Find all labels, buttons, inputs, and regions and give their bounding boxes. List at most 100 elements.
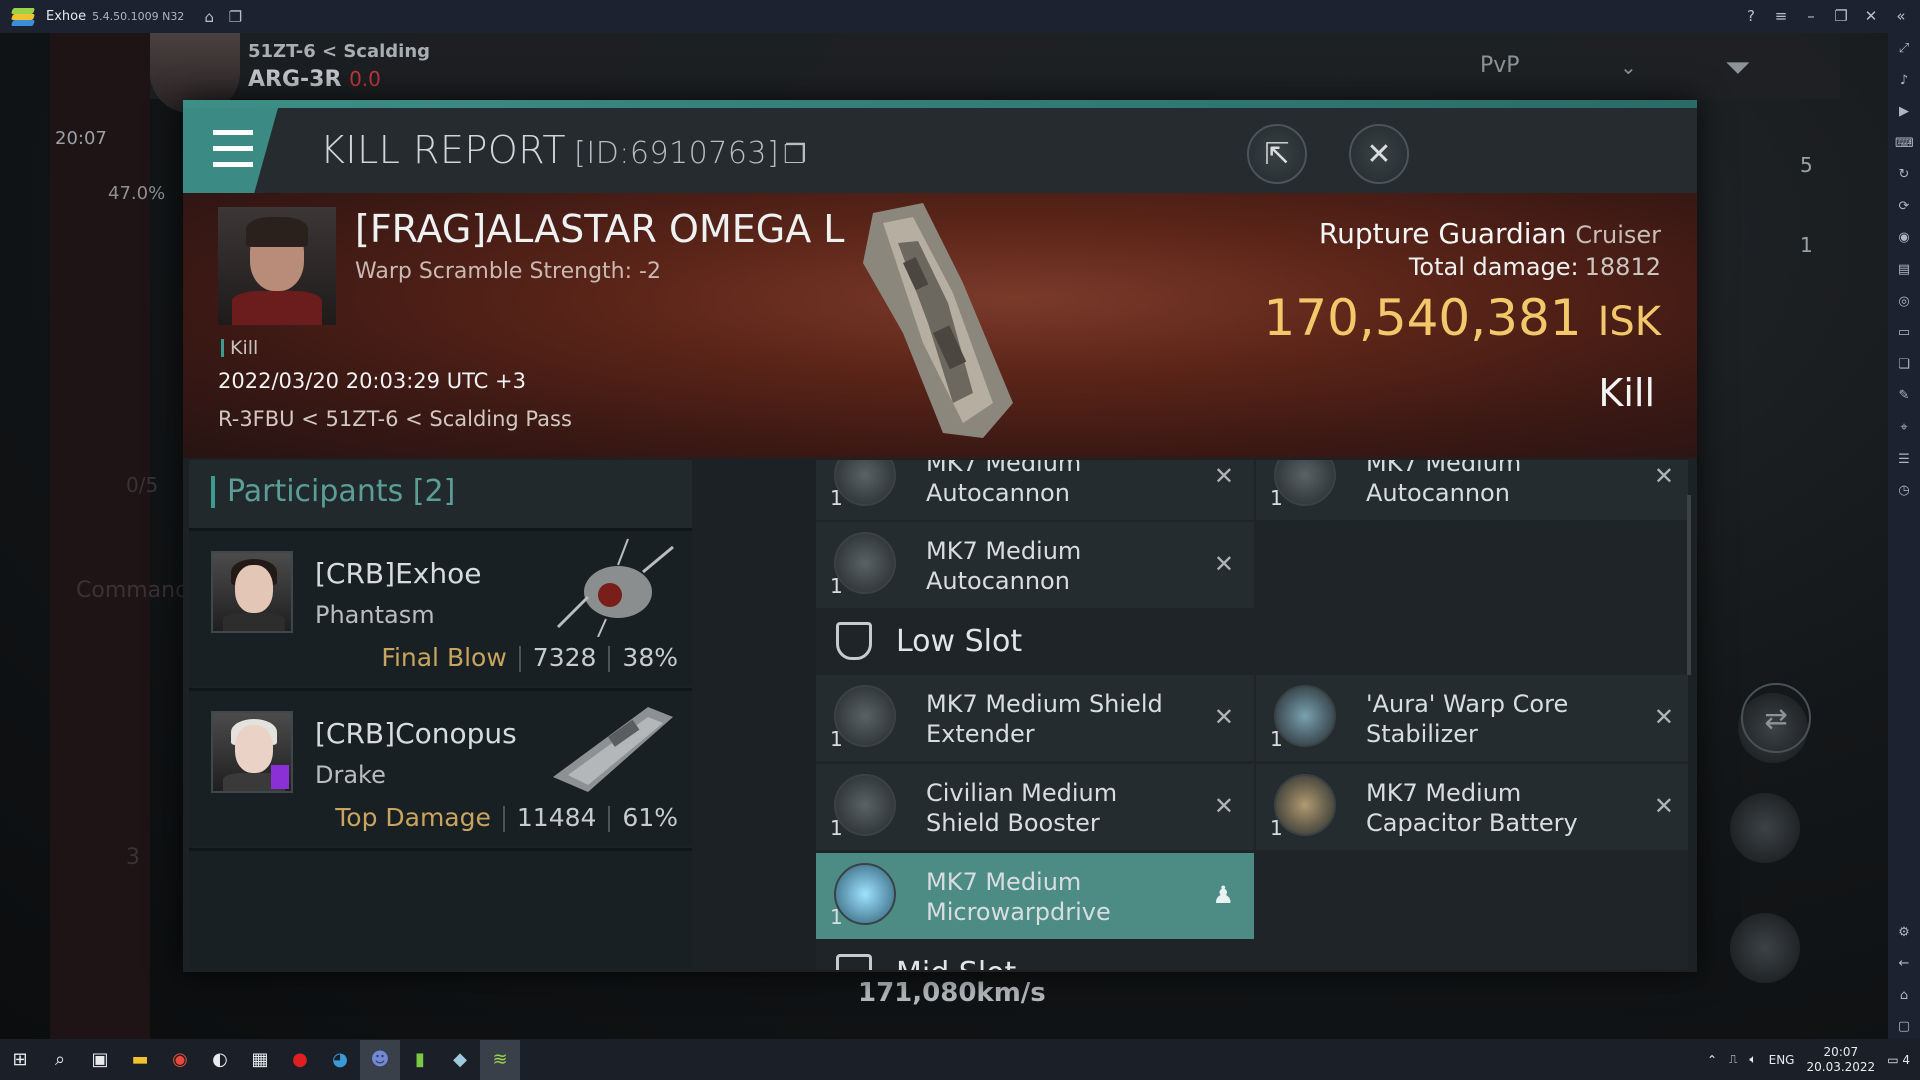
app-icon[interactable]: ● — [280, 1040, 320, 1080]
fitting-list: 1 MK7 Medium Autocannon ✕ 1 MK7 Medium A… — [816, 460, 1688, 970]
back-icon[interactable]: ← — [1895, 956, 1913, 976]
help-icon[interactable]: ? — [1738, 3, 1764, 29]
emulator-taskbar-icon[interactable]: ≋ — [480, 1039, 520, 1080]
emulator-sidebar: ⤢ ♪ ▶ ⌨ ↻ ⟳ ◉ ▤ ◎ ▭ ❏ ✎ ⌖ ☰ ◷ ⚙ ← ⌂ ▢ — [1888, 33, 1920, 1039]
participant-ship-image — [556, 538, 674, 637]
hud-module-slot[interactable] — [1730, 913, 1800, 983]
keyboard-icon[interactable]: ⌨ — [1895, 136, 1914, 156]
victim-ship-image — [863, 203, 1013, 438]
window-header: KILL REPORT [ID:6910763] ❐ ⇱ ✕ — [183, 108, 1697, 193]
hud-module-slot[interactable] — [1730, 793, 1800, 863]
module-item[interactable]: 1 Civilian Medium Shield Booster ✕ — [816, 764, 1254, 850]
rotate-icon[interactable]: ↻ — [1895, 167, 1913, 187]
app-icon[interactable]: ▮ — [400, 1040, 440, 1080]
apk-icon[interactable]: ▤ — [1895, 262, 1913, 282]
close-window-icon[interactable]: ✕ — [1349, 124, 1409, 184]
mid-slot-icon — [836, 954, 872, 970]
fullscreen-icon[interactable]: ⤢ — [1895, 41, 1913, 61]
settings-icon[interactable]: ⚙ — [1895, 925, 1913, 945]
folder-icon[interactable]: ▭ — [1895, 325, 1913, 345]
volume-icon[interactable]: ♪ — [1895, 73, 1913, 93]
tray-chevron-icon[interactable]: ⌃ — [1707, 1053, 1717, 1067]
clock[interactable]: 20:07 20.03.2022 — [1806, 1045, 1875, 1075]
video-icon[interactable]: ▶ — [1895, 104, 1913, 124]
copy-id-icon[interactable]: ❐ — [783, 140, 807, 170]
file-explorer-icon[interactable]: ▬ — [120, 1040, 160, 1080]
language-indicator[interactable]: ENG — [1769, 1053, 1795, 1067]
victim-banner: [FRAG]ALASTAR OMEGA L Warp Scramble Stre… — [183, 193, 1697, 458]
module-item[interactable]: 1 MK7 Medium Capacitor Battery ✕ — [1256, 764, 1688, 850]
module-item[interactable]: 1 MK7 Medium Shield Extender ✕ — [816, 675, 1254, 761]
home-icon[interactable]: ⌂ — [196, 4, 222, 30]
speed-readout: 171,080km/s — [858, 978, 1046, 1008]
module-item[interactable]: 1 'Aura' Warp Core Stabilizer ✕ — [1256, 675, 1688, 761]
isk-value: 170,540,381 ISK — [1263, 289, 1661, 347]
participant-stats: Final Blow 7328 38% — [381, 643, 678, 672]
participant-ship: Drake — [315, 761, 386, 789]
module-item[interactable]: 1 MK7 Medium Autocannon ✕ — [816, 460, 1254, 520]
edge-icon[interactable]: ◕ — [320, 1040, 360, 1080]
copy-icon[interactable]: ❏ — [1895, 357, 1913, 377]
location-icon[interactable]: ⌖ — [1895, 420, 1913, 440]
dropped-person-icon: ♟ — [1212, 881, 1234, 909]
menu-icon[interactable]: ≡ — [1768, 3, 1794, 29]
collapse-sidebar-icon[interactable]: « — [1888, 3, 1914, 29]
task-view-icon[interactable]: ▣ — [80, 1040, 120, 1080]
chrome-icon[interactable]: ◉ — [160, 1040, 200, 1080]
screenshot-icon[interactable]: ◎ — [1895, 294, 1913, 314]
multi-instance-icon[interactable]: ❐ — [222, 4, 248, 30]
destroyed-x-icon: ✕ — [1653, 462, 1674, 490]
chevron-down-icon[interactable]: ⌄ — [1620, 55, 1637, 79]
participant-damage: 11484 — [516, 803, 597, 832]
volume-tray-icon[interactable]: 🔈︎ — [1749, 1052, 1756, 1067]
eraser-icon[interactable]: ✎ — [1895, 388, 1913, 408]
participant-percent: 38% — [622, 643, 678, 672]
calculator-icon[interactable]: ▦ — [240, 1040, 280, 1080]
module-item[interactable]: 1 MK7 Medium Autocannon ✕ — [1256, 460, 1688, 520]
windows-start-icon[interactable]: ⊞ — [0, 1040, 40, 1080]
app-icon[interactable]: ◐ — [200, 1040, 240, 1080]
recent-apps-icon[interactable]: ▢ — [1895, 1019, 1913, 1039]
layers-icon[interactable]: ☰ — [1895, 452, 1913, 472]
participant-avatar[interactable] — [211, 551, 293, 633]
participant-row[interactable]: [CRB]Conopus Drake Top Damage 11484 61% — [189, 688, 692, 846]
share-icon[interactable]: ⇱ — [1247, 124, 1307, 184]
restore-icon[interactable]: ❐ — [1828, 3, 1854, 29]
fitting-scrollbar[interactable] — [1687, 495, 1691, 675]
autocannon-icon — [834, 460, 896, 506]
kill-location: R-3FBU < 51ZT-6 < Scalding Pass — [218, 407, 572, 431]
app-version: 5.4.50.1009 N32 — [92, 10, 185, 23]
destroyed-x-icon: ✕ — [1653, 792, 1674, 820]
network-icon[interactable]: ⎍ — [1729, 1052, 1737, 1067]
hamburger-menu-icon[interactable] — [183, 108, 278, 193]
minimize-icon[interactable]: – — [1798, 3, 1824, 29]
close-icon[interactable]: ✕ — [1858, 3, 1884, 29]
pvp-filter[interactable]: PvP — [1480, 53, 1520, 78]
filter-icon[interactable]: ⏷ — [1725, 48, 1751, 87]
ship-name: Rupture Guardian Cruiser — [1318, 217, 1661, 250]
home-nav-icon[interactable]: ⌂ — [1895, 988, 1913, 1008]
sync-icon[interactable]: ⟳ — [1895, 199, 1913, 219]
system-route: 51ZT-6 < Scalding — [248, 41, 431, 62]
module-item[interactable]: 1 MK7 Medium Autocannon ✕ — [816, 522, 1254, 608]
capacitor-battery-icon — [1274, 774, 1336, 836]
gamepad-icon[interactable]: ◉ — [1895, 230, 1913, 250]
emulator-title-bar: Exhoe 5.4.50.1009 N32 ⌂ ❐ ? ≡ – ❐ ✕ « — [0, 0, 1920, 33]
victim-portrait[interactable] — [218, 207, 336, 325]
participant-avatar[interactable] — [211, 711, 293, 793]
module-name: MK7 Medium Shield Extender — [926, 690, 1163, 748]
module-name: 'Aura' Warp Core Stabilizer — [1366, 690, 1569, 748]
discord-icon[interactable]: ☻ — [360, 1039, 400, 1080]
participant-row[interactable]: [CRB]Exhoe Phantasm Final Blow 7328 38% — [189, 528, 692, 686]
notification-icon[interactable]: ▭ 4 — [1887, 1053, 1910, 1067]
right-counter-2: 1 — [1800, 233, 1813, 257]
swap-icon[interactable]: ⇄ — [1741, 683, 1811, 753]
autocannon-icon — [1274, 460, 1336, 506]
module-qty: 1 — [1270, 486, 1283, 510]
destroyed-x-icon: ✕ — [1653, 703, 1674, 731]
app-icon[interactable]: ◆ — [440, 1040, 480, 1080]
left-counter: 0/5 — [126, 473, 159, 497]
search-icon[interactable]: ⌕ — [40, 1040, 80, 1080]
macro-icon[interactable]: ◷ — [1895, 483, 1913, 503]
module-item[interactable]: 1 MK7 Medium Microwarpdrive ♟ — [816, 853, 1254, 939]
